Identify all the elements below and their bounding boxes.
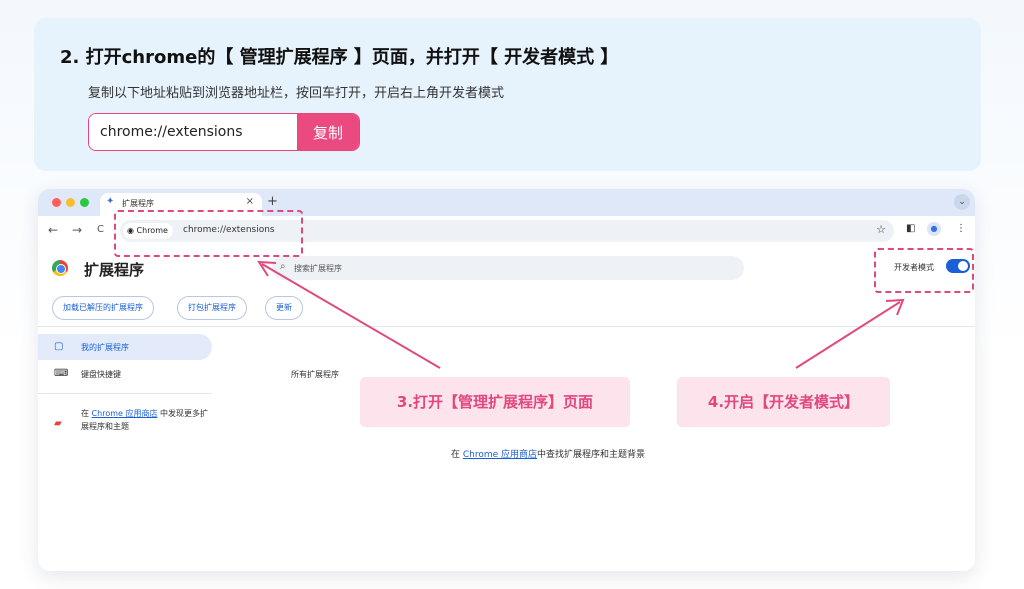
callout-step3: 3.打开【管理扩展程序】页面	[360, 377, 630, 427]
annotation-arrows	[257, 260, 905, 369]
callout-step4: 4.开启【开发者模式】	[677, 377, 890, 427]
arrow-head-address	[257, 260, 277, 277]
arrow-head-toggle	[885, 298, 905, 316]
arrow-to-address	[261, 263, 441, 369]
arrow-to-toggle	[795, 301, 901, 369]
